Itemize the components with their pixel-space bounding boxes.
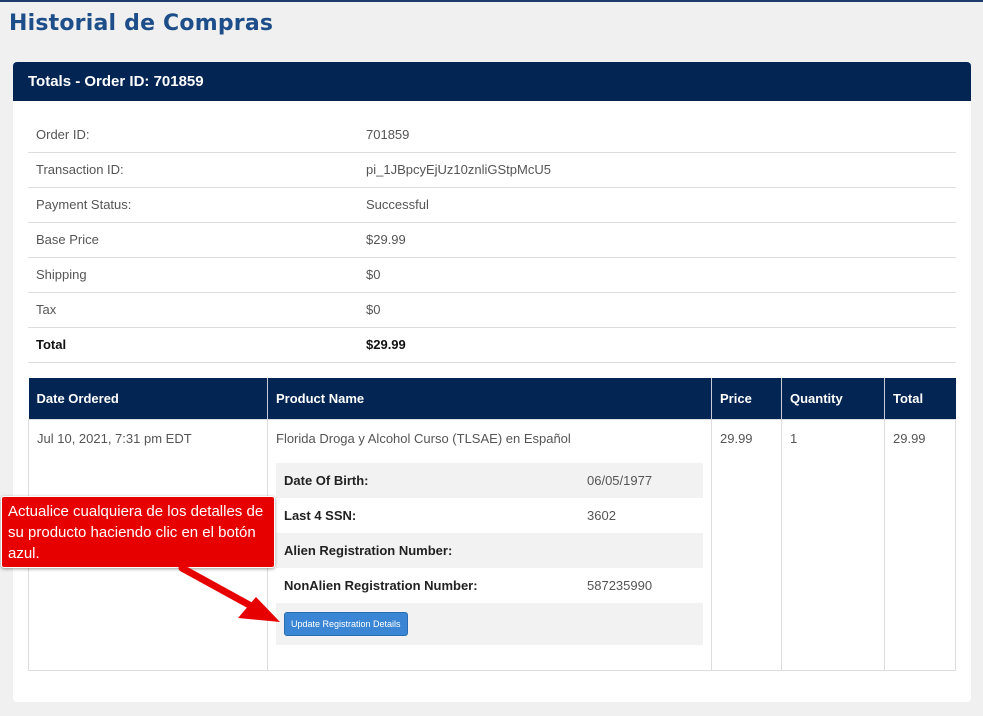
page-title: Historial de Compras xyxy=(9,11,274,36)
summary-value: $29.99 xyxy=(366,327,956,363)
summary-row: Payment Status: Successful xyxy=(28,187,956,223)
registration-details-table: Date Of Birth: 06/05/1977 Last 4 SSN: 36… xyxy=(276,462,703,645)
button-row: Update Registration Details xyxy=(276,602,703,645)
update-registration-details-button[interactable]: Update Registration Details xyxy=(284,611,408,636)
detail-value: 06/05/1977 xyxy=(578,462,703,498)
summary-label: Base Price xyxy=(28,222,366,258)
summary-value: 701859 xyxy=(366,117,956,153)
product-cell: Florida Droga y Alcohol Curso (TLSAE) en… xyxy=(267,418,712,671)
summary-row: Shipping $0 xyxy=(28,257,956,293)
summary-label: Order ID: xyxy=(28,117,366,153)
detail-label: Date Of Birth: xyxy=(276,462,578,498)
summary-label: Tax xyxy=(28,292,366,328)
detail-label: NonAlien Registration Number: xyxy=(284,577,478,593)
product-name: Florida Droga y Alcohol Curso (TLSAE) en… xyxy=(276,430,571,446)
summary-total-row: Total $29.99 xyxy=(28,327,956,363)
order-total: 29.99 xyxy=(884,418,956,671)
column-header-quantity: Quantity xyxy=(781,378,885,419)
order-summary-table: Order ID: 701859 Transaction ID: pi_1JBp… xyxy=(28,117,956,363)
instruction-callout: Actualice cualquiera de los detalles de … xyxy=(1,496,275,568)
summary-value: $29.99 xyxy=(366,222,956,258)
detail-value xyxy=(578,532,703,568)
button-cell: Update Registration Details xyxy=(276,602,703,645)
panel-header: Totals - Order ID: 701859 xyxy=(13,62,971,101)
order-totals-panel: Totals - Order ID: 701859 Order ID: 7018… xyxy=(13,62,971,702)
detail-row: Last 4 SSN: 3602 xyxy=(276,498,703,533)
order-price: 29.99 xyxy=(711,418,782,671)
detail-label: Last 4 SSN: xyxy=(284,507,357,523)
detail-label: Alien Registration Number: xyxy=(276,532,578,568)
summary-label: Payment Status: xyxy=(28,187,366,223)
detail-row: NonAlien Registration Number: 587235990 xyxy=(276,568,703,603)
column-header-total: Total xyxy=(884,378,956,419)
column-header-date: Date Ordered xyxy=(28,378,268,419)
summary-value: pi_1JBpcyEjUz10znliGStpMcU5 xyxy=(366,152,956,188)
column-header-product: Product Name xyxy=(267,378,712,419)
detail-row: Alien Registration Number: xyxy=(276,532,703,568)
summary-label: Shipping xyxy=(28,257,366,293)
summary-row: Base Price $29.99 xyxy=(28,222,956,258)
table-header-row: Date Ordered Product Name Price Quantity… xyxy=(28,378,956,419)
detail-row: Date Of Birth: 06/05/1977 xyxy=(276,462,703,498)
detail-value: 587235990 xyxy=(587,577,653,593)
summary-label: Total xyxy=(28,327,366,363)
summary-label: Transaction ID: xyxy=(28,152,366,188)
column-header-price: Price xyxy=(711,378,782,419)
summary-value: Successful xyxy=(366,187,956,223)
detail-value: 3602 xyxy=(587,507,616,523)
summary-row: Order ID: 701859 xyxy=(28,117,956,153)
summary-row: Transaction ID: pi_1JBpcyEjUz10znliGStpM… xyxy=(28,152,956,188)
summary-row: Tax $0 xyxy=(28,292,956,328)
summary-value: $0 xyxy=(366,257,956,293)
order-quantity: 1 xyxy=(781,418,885,671)
top-border xyxy=(0,0,983,2)
summary-value: $0 xyxy=(366,292,956,328)
